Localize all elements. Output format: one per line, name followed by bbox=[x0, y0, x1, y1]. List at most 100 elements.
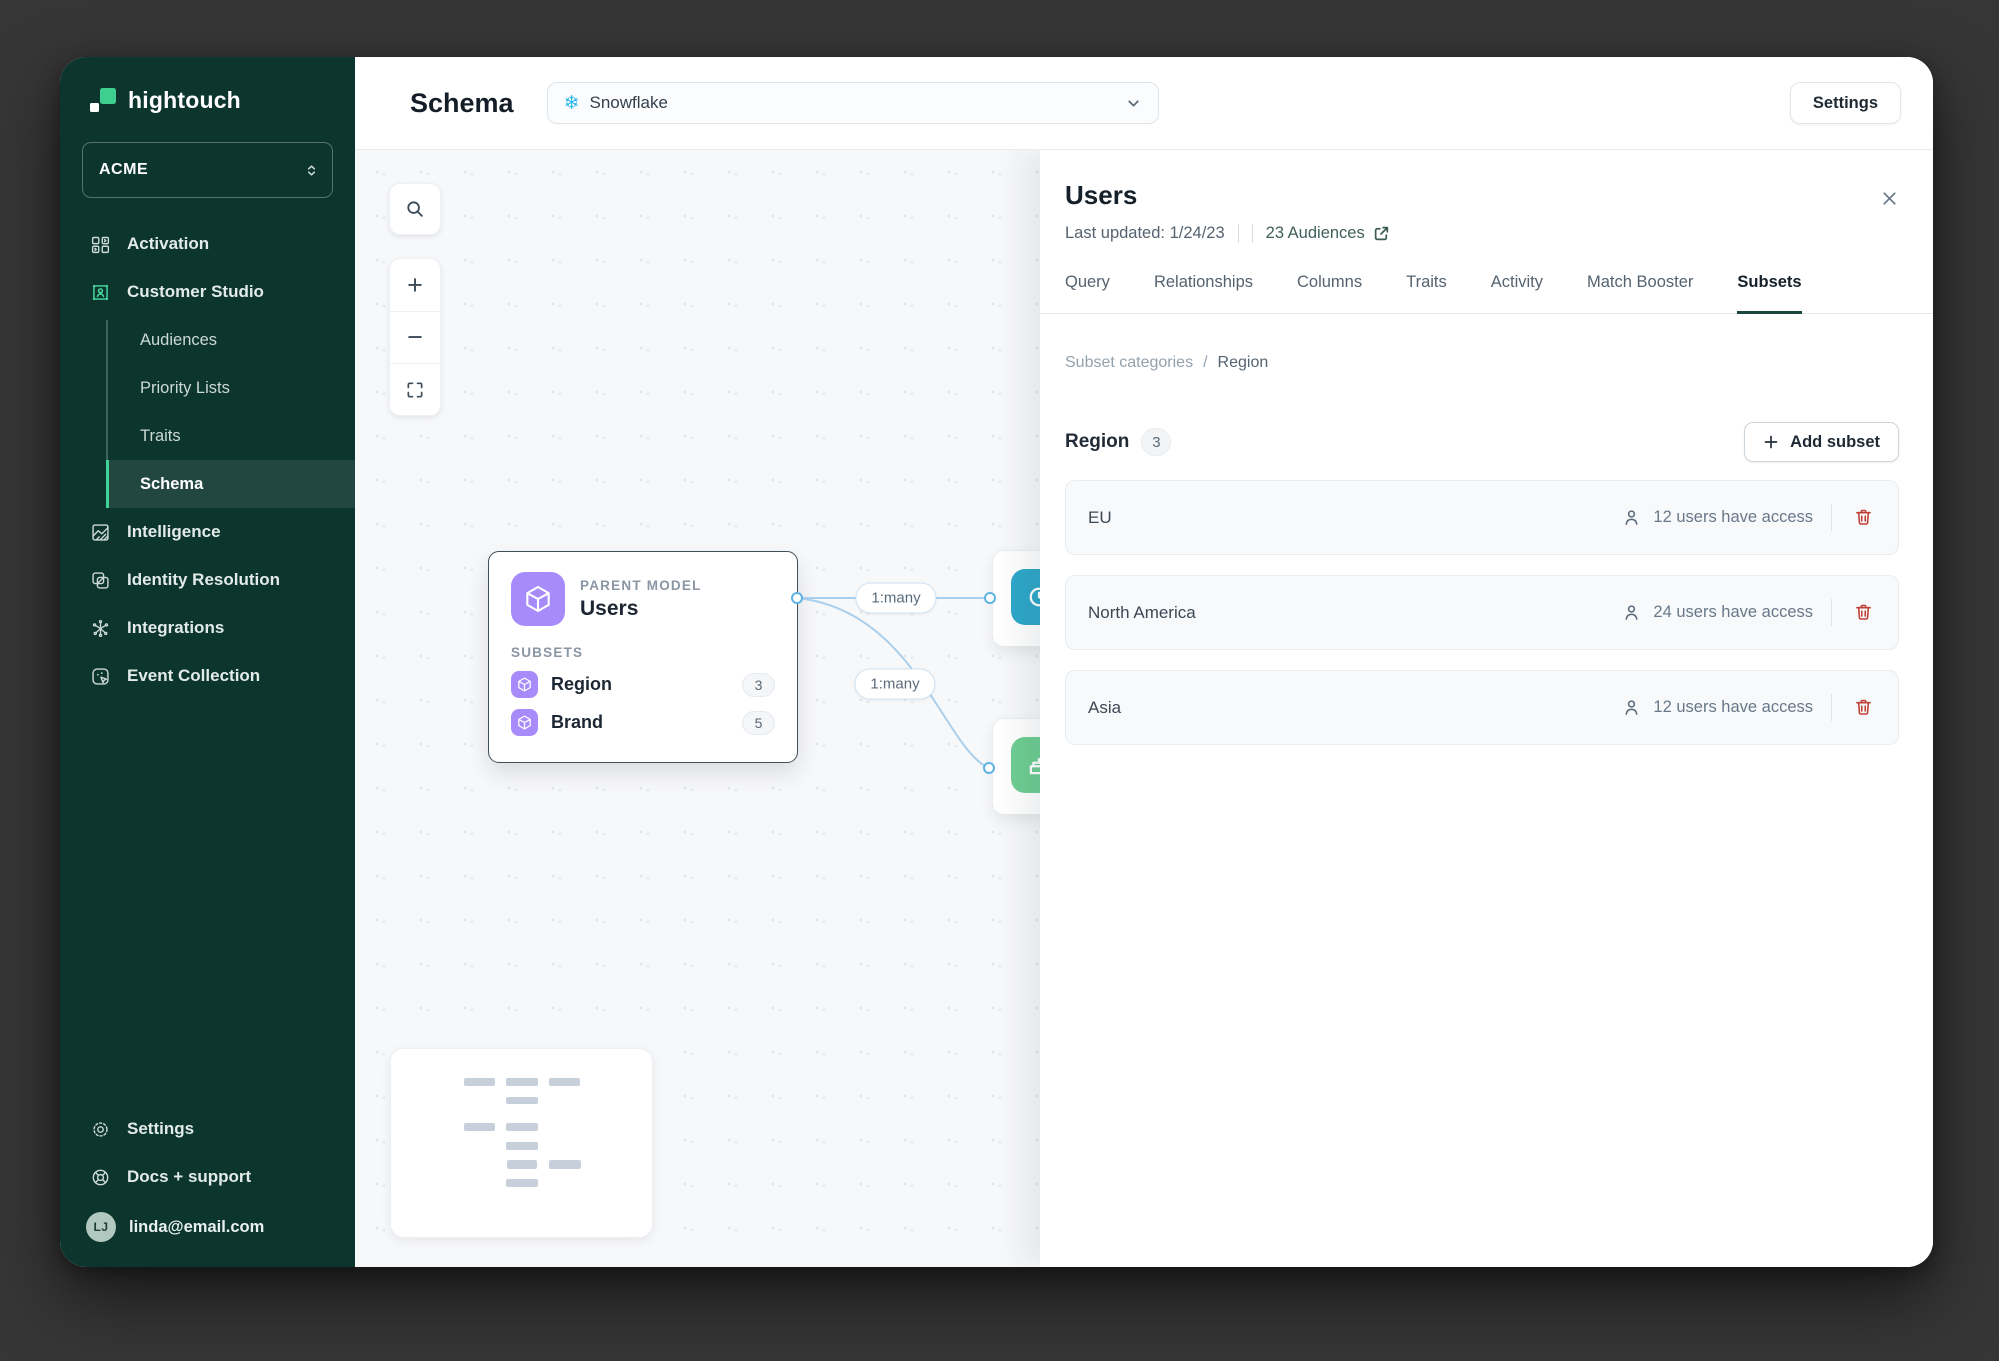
sidebar-item-identity-resolution[interactable]: Identity Resolution bbox=[60, 556, 355, 604]
integrations-icon bbox=[92, 619, 109, 637]
plus-icon bbox=[1764, 435, 1778, 449]
gear-icon bbox=[93, 1121, 108, 1137]
tab-traits[interactable]: Traits bbox=[1406, 273, 1447, 314]
sub-item-label: Traits bbox=[140, 426, 181, 445]
breadcrumb-current: Region bbox=[1217, 354, 1269, 371]
audiences-link[interactable]: 23 Audiences bbox=[1266, 224, 1390, 243]
identity-resolution-icon bbox=[92, 571, 109, 589]
edge-cardinality-label: 1:many bbox=[855, 582, 937, 614]
sidebar-item-settings[interactable]: Settings bbox=[60, 1105, 355, 1153]
subset-count-badge: 3 bbox=[1141, 428, 1172, 456]
sidebar-item-traits[interactable]: Traits bbox=[106, 412, 355, 460]
fit-view-button[interactable] bbox=[390, 363, 440, 415]
row-divider bbox=[1831, 694, 1832, 721]
sidebar-item-label: Customer Studio bbox=[127, 282, 264, 301]
sidebar-item-label: Identity Resolution bbox=[127, 570, 280, 589]
user-account-row[interactable]: LJ linda@email.com bbox=[60, 1201, 355, 1253]
model-cube-icon bbox=[511, 572, 565, 626]
delete-subset-button[interactable] bbox=[1848, 503, 1878, 533]
fullscreen-icon bbox=[407, 382, 423, 397]
sidebar-item-label: Integrations bbox=[127, 618, 225, 637]
minimap-node-bar bbox=[507, 1160, 537, 1169]
minimap-node-bar bbox=[506, 1097, 538, 1104]
subset-section-header: Region 3 Add subset bbox=[1065, 422, 1899, 462]
trash-icon bbox=[1855, 699, 1871, 715]
close-panel-button[interactable] bbox=[1875, 184, 1903, 212]
model-detail-panel: Users Last updated: 1/24/23 23 Audiences… bbox=[1040, 150, 1933, 1267]
panel-meta: Last updated: 1/24/23 23 Audiences bbox=[1065, 224, 1899, 243]
minimap-node-bar bbox=[506, 1123, 538, 1131]
node-subset-row-brand[interactable]: Brand 5 bbox=[511, 709, 775, 736]
sub-item-label: Priority Lists bbox=[140, 378, 230, 397]
add-subset-button[interactable]: Add subset bbox=[1744, 422, 1899, 462]
sidebar-item-schema[interactable]: Schema bbox=[106, 460, 355, 508]
footer-item-label: Settings bbox=[127, 1119, 195, 1138]
subset-access: 24 users have access bbox=[1621, 602, 1813, 623]
subset-cube-icon bbox=[511, 671, 538, 698]
minimap-node-bar bbox=[549, 1160, 581, 1169]
tab-query[interactable]: Query bbox=[1065, 273, 1110, 314]
activation-icon bbox=[91, 236, 110, 253]
delete-subset-button[interactable] bbox=[1848, 693, 1878, 723]
chevron-updown-icon bbox=[307, 164, 316, 176]
subset-name: Asia bbox=[1088, 697, 1122, 717]
node-subset-name: Brand bbox=[551, 712, 604, 732]
desktop-background: hightouch ACME Activation Customer Studi… bbox=[0, 0, 1999, 1361]
canvas-minimap[interactable] bbox=[390, 1048, 653, 1238]
node-subset-name: Region bbox=[551, 674, 612, 694]
user-icon bbox=[1625, 605, 1638, 620]
tab-columns[interactable]: Columns bbox=[1297, 273, 1362, 314]
sub-item-label: Audiences bbox=[140, 330, 218, 349]
node-subset-row-region[interactable]: Region 3 bbox=[511, 671, 775, 698]
zoom-in-button[interactable]: + bbox=[390, 259, 440, 311]
edge-cardinality-label: 1:many bbox=[854, 668, 936, 700]
subset-row-asia[interactable]: Asia 12 users have access bbox=[1065, 670, 1899, 745]
workspace-selector[interactable]: ACME bbox=[82, 142, 333, 198]
node-kind-label: PARENT MODEL bbox=[580, 577, 702, 593]
breadcrumb-parent[interactable]: Subset categories bbox=[1065, 354, 1193, 372]
subset-row-eu[interactable]: EU 12 users have access bbox=[1065, 480, 1899, 555]
source-selector[interactable]: ❄ Snowflake bbox=[546, 82, 1159, 124]
row-divider bbox=[1831, 599, 1832, 626]
tab-relationships[interactable]: Relationships bbox=[1154, 273, 1253, 314]
breadcrumb: Subset categories / Region bbox=[1065, 354, 1899, 372]
node-subset-count-badge: 3 bbox=[742, 672, 775, 697]
sidebar-item-activation[interactable]: Activation bbox=[60, 220, 355, 268]
delete-subset-button[interactable] bbox=[1848, 598, 1878, 628]
panel-title: Users bbox=[1065, 180, 1138, 210]
sidebar-item-event-collection[interactable]: Event Collection bbox=[60, 652, 355, 700]
sidebar-item-intelligence[interactable]: Intelligence bbox=[60, 508, 355, 556]
minimap-node-bar bbox=[506, 1179, 538, 1187]
sidebar-item-priority-lists[interactable]: Priority Lists bbox=[106, 364, 355, 412]
subset-row-north-america[interactable]: North America 24 users have access bbox=[1065, 575, 1899, 650]
sidebar-item-customer-studio[interactable]: Customer Studio bbox=[60, 268, 355, 316]
sidebar-item-integrations[interactable]: Integrations bbox=[60, 604, 355, 652]
tab-match-booster[interactable]: Match Booster bbox=[1587, 273, 1693, 314]
parent-model-node[interactable]: PARENT MODEL Users SUBSETS Region 3 Bran… bbox=[488, 551, 798, 763]
trash-icon bbox=[1855, 604, 1871, 620]
sidebar-item-label: Intelligence bbox=[127, 522, 221, 541]
canvas-search-button[interactable] bbox=[389, 183, 441, 235]
add-subset-label: Add subset bbox=[1790, 432, 1880, 451]
subset-name: North America bbox=[1088, 602, 1196, 622]
tab-activity[interactable]: Activity bbox=[1491, 273, 1543, 314]
node-subset-count-badge: 5 bbox=[742, 710, 775, 735]
close-icon bbox=[1882, 191, 1896, 205]
customer-studio-icon bbox=[92, 284, 109, 300]
subset-access: 12 users have access bbox=[1621, 507, 1813, 528]
subset-access: 12 users have access bbox=[1621, 697, 1813, 718]
user-email: linda@email.com bbox=[129, 1217, 265, 1236]
zoom-out-button[interactable]: − bbox=[390, 311, 440, 363]
tab-subsets[interactable]: Subsets bbox=[1737, 273, 1802, 314]
subset-category-title: Region bbox=[1065, 431, 1130, 452]
minimap-node-bar bbox=[506, 1078, 538, 1086]
settings-button[interactable]: Settings bbox=[1789, 82, 1901, 124]
sidebar-item-docs-support[interactable]: Docs + support bbox=[60, 1153, 355, 1201]
audiences-link-label: 23 Audiences bbox=[1265, 224, 1365, 242]
snowflake-icon: ❄ bbox=[563, 92, 580, 114]
panel-tabs: Query Relationships Columns Traits Activ… bbox=[1040, 273, 1933, 314]
event-collection-icon bbox=[92, 667, 109, 685]
external-link-icon bbox=[1374, 226, 1388, 241]
sidebar-item-audiences[interactable]: Audiences bbox=[106, 316, 355, 364]
chevron-down-icon bbox=[1125, 95, 1142, 112]
